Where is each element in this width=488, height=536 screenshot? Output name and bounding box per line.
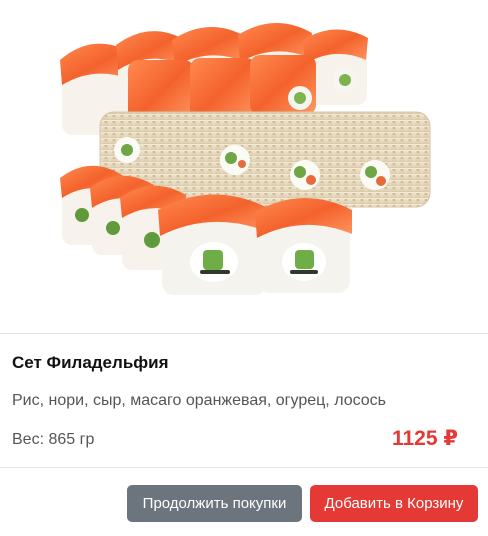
- product-weight: Вес: 865 гр: [12, 431, 95, 448]
- product-price: 1125 ₽: [391, 427, 458, 450]
- product-ingredients: Рис, нори, сыр, масаго оранжевая, огурец…: [12, 392, 387, 409]
- product-image: [0, 0, 488, 333]
- divider-bottom: [0, 467, 488, 468]
- product-title: Сет Филадельфия: [12, 353, 169, 372]
- add-to-cart-button[interactable]: Добавить в Корзину: [310, 485, 478, 522]
- divider-top: [0, 333, 488, 334]
- sushi-set-illustration: [60, 22, 431, 295]
- continue-shopping-button[interactable]: Продолжить покупки: [127, 485, 302, 522]
